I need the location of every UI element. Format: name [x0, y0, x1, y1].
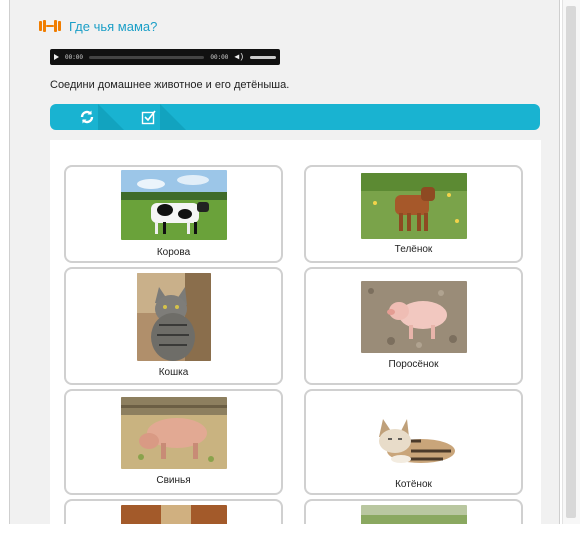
card-pig[interactable]: Свинья [64, 389, 283, 495]
card-cat[interactable]: Кошка [64, 267, 283, 385]
cow-image [120, 170, 227, 240]
volume-icon[interactable]: ◀) [234, 52, 244, 62]
dumbbell-icon [39, 20, 61, 32]
piglet-image [360, 281, 467, 353]
cat-image [136, 273, 211, 361]
card-label: Телёнок [394, 244, 433, 255]
reset-button[interactable] [72, 104, 102, 130]
card-piglet[interactable]: Поросёнок [304, 267, 523, 385]
card-label: Кошка [158, 367, 189, 378]
calf-image [360, 173, 467, 239]
audio-duration: 00:00 [210, 53, 229, 61]
activity-title: Где чья мама? [69, 18, 158, 34]
pig-image [120, 397, 227, 469]
partial-image [360, 505, 467, 524]
scrollbar-thumb[interactable] [566, 6, 576, 518]
card-partial[interactable] [64, 499, 283, 524]
activity-toolbar [50, 104, 540, 130]
partial-image [120, 505, 227, 524]
audio-player[interactable]: 00:00 00:00 ◀) [50, 49, 280, 65]
card-label: Корова [156, 247, 191, 258]
card-label: Поросёнок [388, 359, 439, 370]
audio-progress-bar[interactable] [89, 55, 205, 59]
instruction-text: Соедини домашнее животное и его детёныша… [50, 79, 290, 91]
reset-icon [80, 110, 94, 124]
activity-frame: Где чья мама? 00:00 00:00 ◀) Соедини дом… [9, 0, 560, 524]
volume-slider[interactable] [250, 55, 276, 59]
card-kitten[interactable]: Котёнок [304, 389, 523, 495]
card-label: Свинья [156, 475, 191, 486]
kitten-image [360, 399, 467, 471]
card-partial[interactable] [304, 499, 523, 524]
card-label: Котёнок [395, 479, 432, 490]
play-icon[interactable] [54, 54, 59, 60]
check-button[interactable] [134, 104, 164, 130]
activity-header: Где чья мама? [39, 17, 157, 35]
matching-board: Корова Телёнок Кошка Поросёнок Свинья Ко… [50, 140, 541, 524]
card-cow[interactable]: Корова [64, 165, 283, 263]
check-icon [141, 110, 156, 125]
card-calf[interactable]: Телёнок [304, 165, 523, 263]
audio-current-time: 00:00 [65, 53, 84, 61]
